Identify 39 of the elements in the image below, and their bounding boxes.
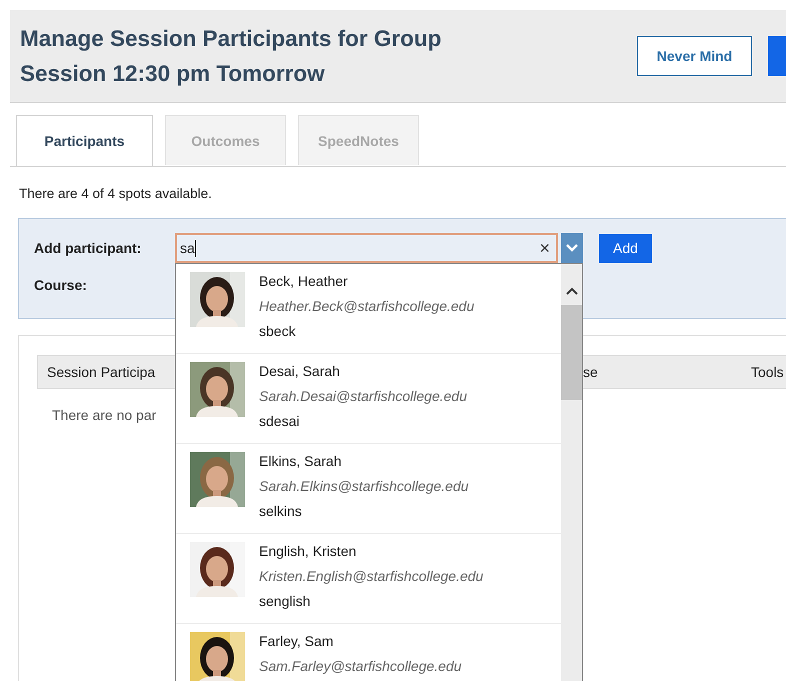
dropdown-toggle-button[interactable] xyxy=(561,233,583,263)
column-header: se xyxy=(583,364,598,380)
participant-email: Sarah.Desai@starfishcollege.edu xyxy=(259,387,467,406)
suggestion-item[interactable]: Elkins, Sarah Sarah.Elkins@starfishcollege.edu selkins xyxy=(176,444,561,534)
scrollbar[interactable] xyxy=(561,264,582,681)
field-label: Course: xyxy=(34,277,88,293)
participant-name: Desai, Sarah xyxy=(259,362,341,381)
chevron-up-icon xyxy=(566,287,578,295)
participant-name: English, Kristen xyxy=(259,542,358,561)
column-header: Tools xyxy=(751,364,784,380)
text-cursor xyxy=(194,240,196,256)
participant-email: Kristen.English@starfishcollege.edu xyxy=(259,567,484,586)
column-header: Session Participa xyxy=(47,364,156,380)
participant-username: sbeck xyxy=(259,322,297,341)
participant-email: Sarah.Elkins@starfishcollege.edu xyxy=(259,477,469,496)
field-label: Add participant: xyxy=(34,240,142,256)
suggestion-item[interactable]: Desai, Sarah Sarah.Desai@starfishcollege.edu sdesai xyxy=(176,354,561,444)
primary-button[interactable] xyxy=(768,36,786,76)
participant-name: Beck, Heather xyxy=(259,272,349,291)
participant-email: Sam.Farley@starfishcollege.edu xyxy=(259,657,462,676)
add-button[interactable]: Add xyxy=(599,234,652,262)
empty-message: There are no par xyxy=(52,407,156,423)
suggestion-item[interactable]: Beck, Heather Heather.Beck@starfishcollege.edu sbeck xyxy=(176,264,561,354)
scrollbar-thumb[interactable] xyxy=(561,305,582,400)
suggestion-item[interactable]: Farley, Sam Sam.Farley@starfishcollege.edu xyxy=(176,624,561,681)
participant-name: Farley, Sam xyxy=(259,632,334,651)
tab[interactable]: Participants xyxy=(16,115,153,166)
availability-text: There are 4 of 4 spots available. xyxy=(19,186,213,201)
page-title: Manage Session Participants for Group Session 12:30 pm Tomorrow xyxy=(20,25,442,88)
participant-name: Elkins, Sarah xyxy=(259,452,342,471)
participant-username: sdesai xyxy=(259,412,300,431)
participant-username: senglish xyxy=(259,592,312,611)
participant-email: Heather.Beck@starfishcollege.edu xyxy=(259,297,474,316)
participant-username: selkins xyxy=(259,502,303,521)
participant-search-field[interactable]: sa × xyxy=(175,233,558,263)
never-mind-button[interactable]: Never Mind xyxy=(637,36,752,76)
suggestion-item[interactable]: English, Kristen Kristen.English@starfishcollege.edu senglish xyxy=(176,534,561,624)
clear-icon[interactable]: × xyxy=(539,238,550,258)
chevron-down-icon xyxy=(566,244,578,252)
